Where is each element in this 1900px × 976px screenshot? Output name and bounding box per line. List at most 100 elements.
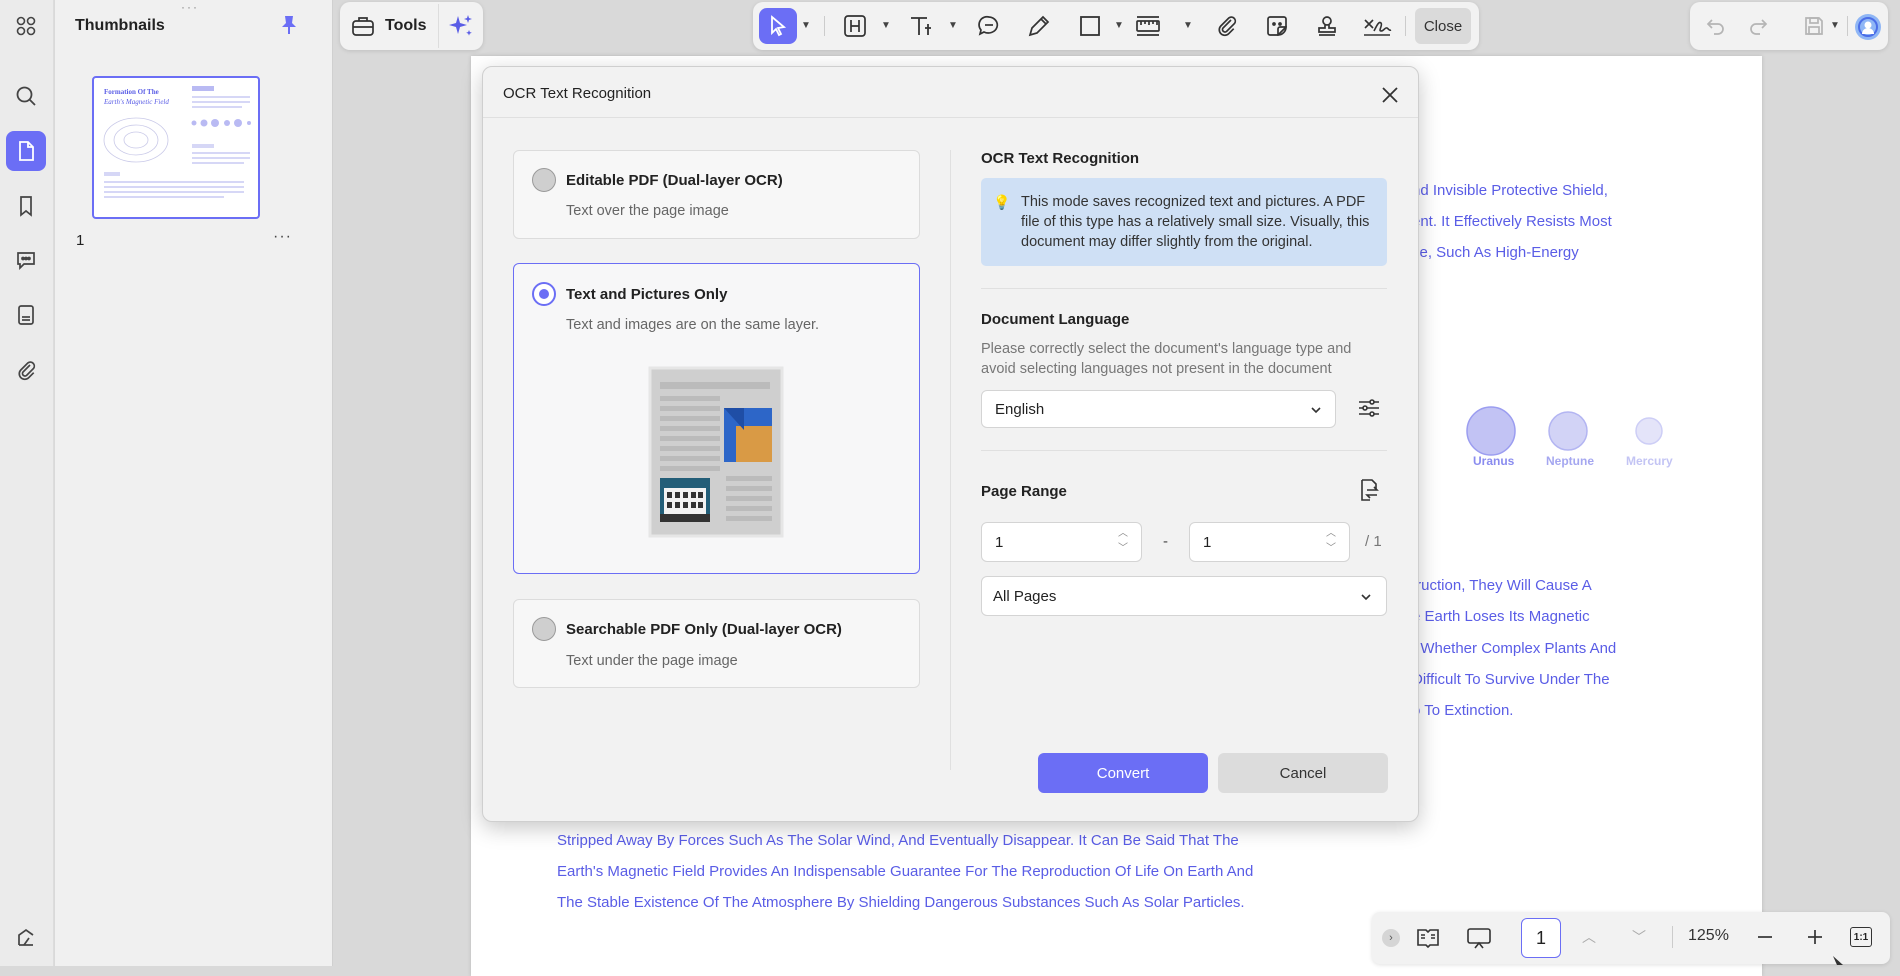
close-toolbar-button[interactable]: Close: [1415, 8, 1471, 44]
doc-text-line: e Earth Loses Its Magnetic: [1412, 608, 1590, 625]
doc-text-line: se, Such As High-Energy: [1412, 244, 1579, 261]
select-cursor-icon[interactable]: [759, 8, 797, 44]
option-text-and-pictures[interactable]: Text and Pictures Only Text and images a…: [513, 263, 920, 574]
zoom-out-icon[interactable]: [1755, 927, 1775, 947]
chevron-right-icon[interactable]: ›: [1382, 929, 1400, 947]
ocr-dialog: OCR Text Recognition Editable PDF (Dual-…: [482, 66, 1419, 822]
presentation-icon[interactable]: [1466, 927, 1492, 949]
heading-icon[interactable]: [843, 14, 867, 38]
save-icon[interactable]: [1803, 15, 1825, 37]
stepper-icon[interactable]: ︿ ﹀: [1326, 526, 1336, 556]
convert-button[interactable]: Convert: [1038, 753, 1208, 793]
option-title: Searchable PDF Only (Dual-layer OCR): [566, 621, 842, 638]
panel-title: Thumbnails: [75, 17, 165, 34]
chevron-down-icon[interactable]: ▼: [1114, 20, 1124, 31]
range-to-input[interactable]: 1 ︿ ﹀: [1189, 522, 1350, 562]
tools-icon[interactable]: [350, 14, 376, 38]
range-from-value: 1: [995, 534, 1004, 551]
option-editable-pdf[interactable]: Editable PDF (Dual-layer OCR) Text over …: [513, 150, 920, 239]
bookmark-icon[interactable]: [6, 186, 46, 226]
shape-rectangle-icon[interactable]: [1078, 14, 1102, 38]
thumbnail-page-number: 1: [76, 232, 85, 249]
cancel-button[interactable]: Cancel: [1218, 753, 1388, 793]
stepper-icon[interactable]: ︿ ﹀: [1118, 526, 1128, 556]
paperclip-icon[interactable]: [1215, 14, 1239, 38]
more-options-icon[interactable]: ···: [273, 228, 292, 246]
range-separator: -: [1163, 533, 1168, 550]
chevron-down-icon[interactable]: ▼: [881, 20, 891, 31]
left-rail: [0, 0, 54, 966]
option-title: Text and Pictures Only: [566, 286, 728, 303]
form-field-icon[interactable]: [6, 295, 46, 335]
comment-bubble-icon[interactable]: [977, 14, 1001, 38]
divider: [1672, 926, 1673, 948]
ai-sparkle-icon[interactable]: [446, 14, 476, 38]
doc-text-line: o To Extinction.: [1412, 702, 1514, 719]
prev-page-chevron-up-icon[interactable]: ︿: [1582, 927, 1596, 947]
signature-icon[interactable]: [1362, 14, 1392, 38]
radio-searchable-pdf[interactable]: [532, 617, 556, 641]
divider: [981, 288, 1387, 289]
actual-size-button[interactable]: 1:1: [1850, 927, 1872, 947]
close-icon[interactable]: [1376, 81, 1404, 109]
search-icon[interactable]: [6, 76, 46, 116]
range-total: / 1: [1365, 533, 1382, 550]
doc-text-line: Earth's Magnetic Field Provides An Indis…: [557, 863, 1254, 880]
info-box: 💡 This mode saves recognized text and pi…: [981, 178, 1387, 266]
divider: [438, 4, 439, 48]
divider: [824, 16, 825, 36]
zoom-level[interactable]: 125%: [1688, 927, 1729, 945]
doc-text-line: truction, They Will Cause A: [1412, 577, 1592, 594]
page-range-swap-icon[interactable]: [1357, 478, 1381, 502]
doc-text-line: , Whether Complex Plants And: [1412, 640, 1617, 657]
undo-icon[interactable]: [1706, 16, 1726, 36]
option-title: Editable PDF (Dual-layer OCR): [566, 172, 783, 189]
thumbnails-panel: ··· Thumbnails Formation Of The Earth's …: [55, 0, 333, 966]
radio-editable-pdf[interactable]: [532, 168, 556, 192]
chevron-down-icon[interactable]: ▼: [1830, 20, 1840, 31]
measure-ruler-icon[interactable]: [1135, 14, 1161, 38]
pen-icon[interactable]: [1027, 14, 1051, 38]
radio-text-and-pictures[interactable]: [532, 282, 556, 306]
pin-icon[interactable]: [280, 14, 298, 40]
next-page-chevron-down-icon[interactable]: ﹀: [1632, 927, 1646, 947]
reading-mode-icon[interactable]: [1416, 927, 1440, 949]
divider: [1847, 16, 1848, 36]
page-number-input[interactable]: 1: [1521, 918, 1561, 958]
doc-text-line: The Stable Existence Of The Atmosphere B…: [557, 894, 1245, 911]
redo-icon[interactable]: [1748, 16, 1768, 36]
apps-grid-icon[interactable]: [6, 6, 46, 46]
range-mode-select[interactable]: All Pages: [981, 576, 1387, 616]
planet-label-uranus: Uranus: [1473, 454, 1515, 468]
bottom-toolbar: › 1 ︿ ﹀ 125% 1:1: [1372, 912, 1890, 964]
chevron-down-icon[interactable]: ▼: [948, 20, 958, 31]
language-section-title: Document Language: [981, 311, 1130, 328]
annotation-toolbar: ▼ ▼ ▼ ▼ ▼ Close: [753, 2, 1479, 50]
comments-icon[interactable]: [6, 240, 46, 280]
thumbnails-page-icon[interactable]: [6, 131, 46, 171]
range-mode-value: All Pages: [993, 588, 1057, 605]
layers-icon[interactable]: [6, 918, 46, 958]
chevron-down-icon: [1311, 407, 1321, 414]
chevron-down-icon: [1361, 594, 1371, 601]
tools-label[interactable]: Tools: [385, 17, 426, 35]
divider: [981, 450, 1387, 451]
sticker-icon[interactable]: [1265, 14, 1289, 38]
chevron-down-icon[interactable]: ▼: [801, 20, 811, 31]
page-thumbnail[interactable]: Formation Of The Earth's Magnetic Field: [92, 76, 260, 219]
range-from-input[interactable]: 1 ︿ ﹀: [981, 522, 1142, 562]
drag-handle-icon[interactable]: ···: [181, 0, 199, 14]
zoom-in-icon[interactable]: [1805, 927, 1825, 947]
text-tool-icon[interactable]: [908, 14, 934, 38]
account-avatar-icon[interactable]: [1854, 13, 1882, 41]
doc-text-line: ent. It Effectively Resists Most: [1412, 213, 1612, 230]
doc-text-line: Stripped Away By Forces Such As The Sola…: [557, 832, 1239, 849]
attachment-icon[interactable]: [6, 350, 46, 390]
language-settings-sliders-icon[interactable]: [1357, 397, 1381, 419]
language-select[interactable]: English: [981, 390, 1336, 428]
stamp-icon[interactable]: [1315, 14, 1339, 38]
language-value: English: [995, 401, 1045, 418]
option-subtitle: Text under the page image: [566, 653, 738, 669]
chevron-down-icon[interactable]: ▼: [1183, 20, 1193, 31]
option-searchable-pdf[interactable]: Searchable PDF Only (Dual-layer OCR) Tex…: [513, 599, 920, 688]
